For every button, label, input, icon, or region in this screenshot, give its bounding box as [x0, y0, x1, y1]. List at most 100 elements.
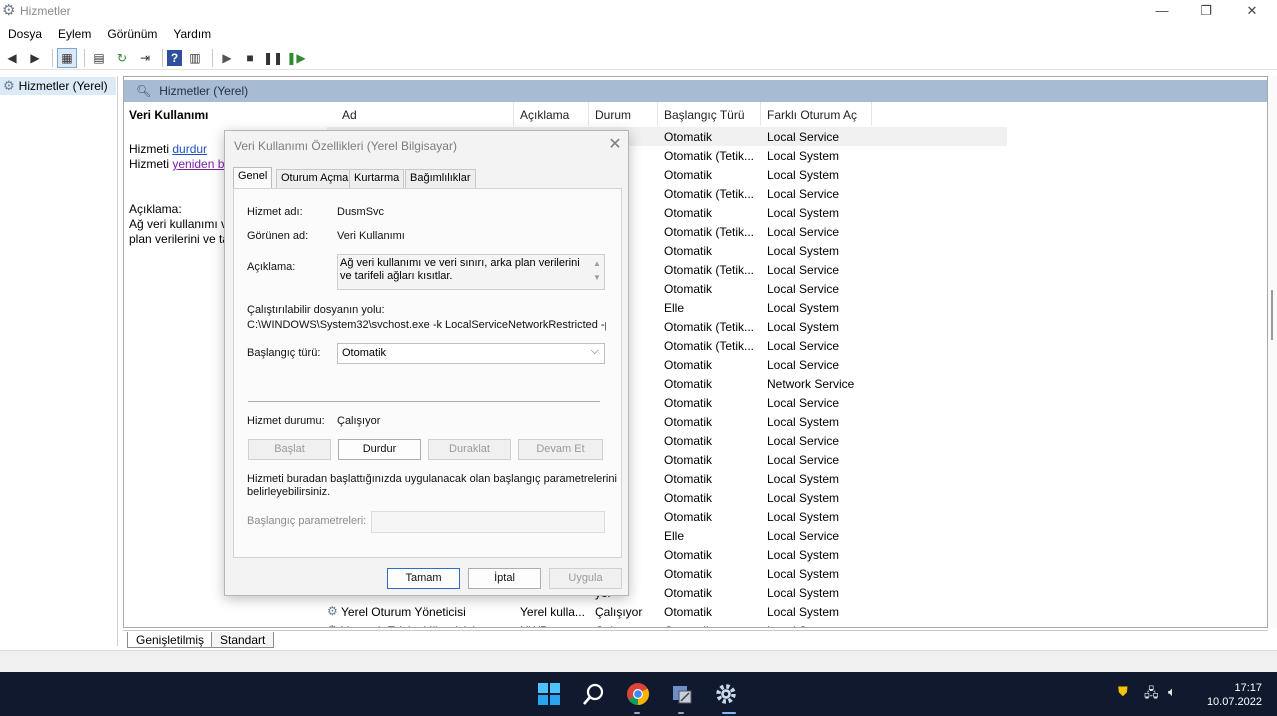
help-icon[interactable]: ?	[167, 49, 182, 66]
back-arrow-icon[interactable]: ◀	[2, 48, 22, 68]
active-indicator	[722, 712, 736, 714]
table-row[interactable]: ⚙ Yerel Oturum Yöneticisi Yerel kulla... Ç…	[327, 602, 1007, 621]
action-pane-icon[interactable]: ▥	[185, 48, 205, 68]
tab-recovery[interactable]: Kurtarma	[349, 169, 405, 188]
menu-gorunum[interactable]: Görünüm	[99, 24, 165, 44]
services-gear-icon[interactable]	[712, 680, 740, 708]
cell-startup: Otomatik	[664, 491, 713, 505]
description-line-1: Ağ veri kullanımı v	[129, 217, 228, 231]
search-icon[interactable]	[580, 680, 608, 708]
apply-button[interactable]: Uygula	[549, 568, 622, 589]
cell-startup: Otomatik	[664, 434, 713, 448]
show-hide-console-tree-icon[interactable]: ▦	[57, 47, 77, 68]
services-gear-icon: ⚙	[3, 78, 15, 93]
dialog-close-icon[interactable]: ✕	[605, 135, 625, 155]
volume-icon[interactable]: 🔈︎	[1168, 684, 1176, 700]
cell-startup: Otomatik	[664, 168, 713, 182]
menu-eylem[interactable]: Eylem	[50, 24, 99, 44]
column-header-name[interactable]: Ad	[337, 102, 514, 126]
tab-general[interactable]: Genel	[233, 167, 273, 189]
cell-logon: Local System	[767, 320, 840, 334]
cell-logon: Local System	[767, 586, 840, 600]
minimize-button[interactable]: —	[1139, 0, 1185, 23]
cell-startup: Otomatik	[664, 624, 760, 627]
cell-startup: Otomatik	[664, 415, 713, 429]
close-button[interactable]: ✕	[1229, 0, 1275, 23]
column-header-description[interactable]: Açıklama	[515, 102, 589, 126]
windows-start-icon[interactable]	[535, 680, 563, 708]
column-header-log-on-as[interactable]: Farklı Oturum Aç	[762, 102, 872, 126]
stop-service-icon[interactable]: ■	[240, 48, 260, 68]
cell-logon: Local System	[767, 301, 840, 315]
cell-startup: Otomatik	[664, 244, 713, 258]
stop-service-link[interactable]: durdur	[172, 142, 207, 156]
table-row[interactable]: ⚙ Yetenek Erişim Yöneticisi UWP ... Çalış.…	[327, 621, 1007, 627]
description-line-2: plan verilerini ve ta	[129, 232, 230, 246]
description-scroll-arrows-icon[interactable]: ▲ ▼	[592, 257, 602, 287]
cell-logon: Local Service	[767, 282, 840, 296]
pause-button[interactable]: Duraklat	[428, 439, 511, 460]
tab-dependencies[interactable]: Bağımlılıklar	[405, 169, 476, 188]
cell-status: Çalışıyor	[595, 605, 643, 619]
column-header-status[interactable]: Durum	[590, 102, 658, 126]
menu-dosya[interactable]: Dosya	[0, 24, 50, 44]
cell-desc: Yerel kulla...	[520, 605, 585, 619]
restart-line: Hizmeti yeniden b	[129, 157, 225, 171]
cell-startup: Otomatik	[664, 358, 713, 372]
cell-startup: Otomatik	[664, 282, 713, 296]
toolbar-separator	[162, 48, 163, 67]
forward-arrow-icon[interactable]: ▶	[25, 48, 45, 68]
tab-log-on[interactable]: Oturum Açma	[276, 169, 354, 188]
start-params-input[interactable]	[371, 511, 605, 533]
maximize-button[interactable]: ❐	[1183, 0, 1229, 23]
service-gear-icon: ⚙	[327, 604, 338, 618]
service-name-value[interactable]: DusmSvc	[337, 206, 384, 218]
clock-time: 17:17	[1234, 682, 1262, 694]
tab-standard[interactable]: Standart	[211, 632, 275, 648]
exe-path-value[interactable]: C:\WINDOWS\System32\svchost.exe -k Local…	[247, 319, 606, 331]
cell-logon: Local System	[767, 244, 840, 258]
chevron-down-icon: ⌵	[590, 345, 599, 357]
column-header-startup-type[interactable]: Başlangıç Türü	[659, 102, 761, 126]
cell-logon: Local System	[767, 624, 875, 627]
restart-service-link[interactable]: yeniden b	[172, 157, 224, 171]
resume-button[interactable]: Devam Et	[518, 439, 603, 460]
menu-yardim[interactable]: Yardım	[165, 24, 219, 44]
cell-startup: Otomatik	[664, 567, 713, 581]
general-tab-panel: Hizmet adı: DusmSvc Görünen ad: Veri Kul…	[233, 188, 622, 558]
cell-logon: Local System	[767, 605, 840, 619]
cancel-button[interactable]: İptal	[468, 568, 541, 589]
running-indicator	[678, 712, 684, 714]
startup-type-select[interactable]: Otomatik ⌵	[337, 343, 605, 364]
cell-logon: Network Service	[767, 377, 855, 391]
toolbar: ◀ ▶ ▦ ▤ ↻ ⇥ ? ▥ ▶ ■ ❚❚ ❚▶	[0, 46, 1277, 70]
ok-button[interactable]: Tamam	[387, 568, 460, 589]
vertical-scrollbar[interactable]	[1268, 76, 1277, 628]
startup-type-selected: Otomatik	[342, 347, 387, 359]
stop-button[interactable]: Durdur	[338, 439, 421, 460]
description-textbox[interactable]: Ağ veri kullanımı ve veri sınırı, arka p…	[337, 254, 605, 290]
service-status-value: Çalışıyor	[337, 415, 381, 427]
cell-logon: Local System	[767, 472, 840, 486]
computer-management-icon[interactable]	[668, 680, 696, 708]
security-warning-icon[interactable]: ⛊	[1118, 684, 1128, 700]
tab-extended[interactable]: Genişletilmiş	[127, 632, 214, 648]
service-gear-icon: ⚙	[327, 623, 338, 627]
start-service-icon[interactable]: ▶	[217, 48, 237, 68]
export-list-icon[interactable]: ⇥	[135, 48, 155, 68]
start-button[interactable]: Başlat	[248, 439, 331, 460]
properties-icon[interactable]: ▤	[89, 48, 109, 68]
clock[interactable]: 17:17 10.07.2022	[1196, 681, 1262, 709]
chrome-icon[interactable]	[624, 680, 652, 708]
divider	[248, 401, 600, 402]
cell-logon: Local System	[767, 510, 840, 524]
refresh-icon[interactable]: ↻	[112, 48, 132, 68]
cell-logon: Local System	[767, 548, 840, 562]
network-icon[interactable]: 🖧︎	[1144, 684, 1159, 706]
scrollbar-thumb[interactable]	[1271, 290, 1273, 340]
start-params-hint-line-2: belirleyebilirsiniz.	[247, 486, 331, 498]
tree-item-services-local[interactable]: ⚙ Hizmetler (Yerel)	[0, 77, 116, 95]
pause-service-icon[interactable]: ❚❚	[263, 48, 283, 68]
restart-service-icon[interactable]: ❚▶	[286, 48, 306, 68]
display-name-value[interactable]: Veri Kullanımı	[337, 230, 405, 242]
